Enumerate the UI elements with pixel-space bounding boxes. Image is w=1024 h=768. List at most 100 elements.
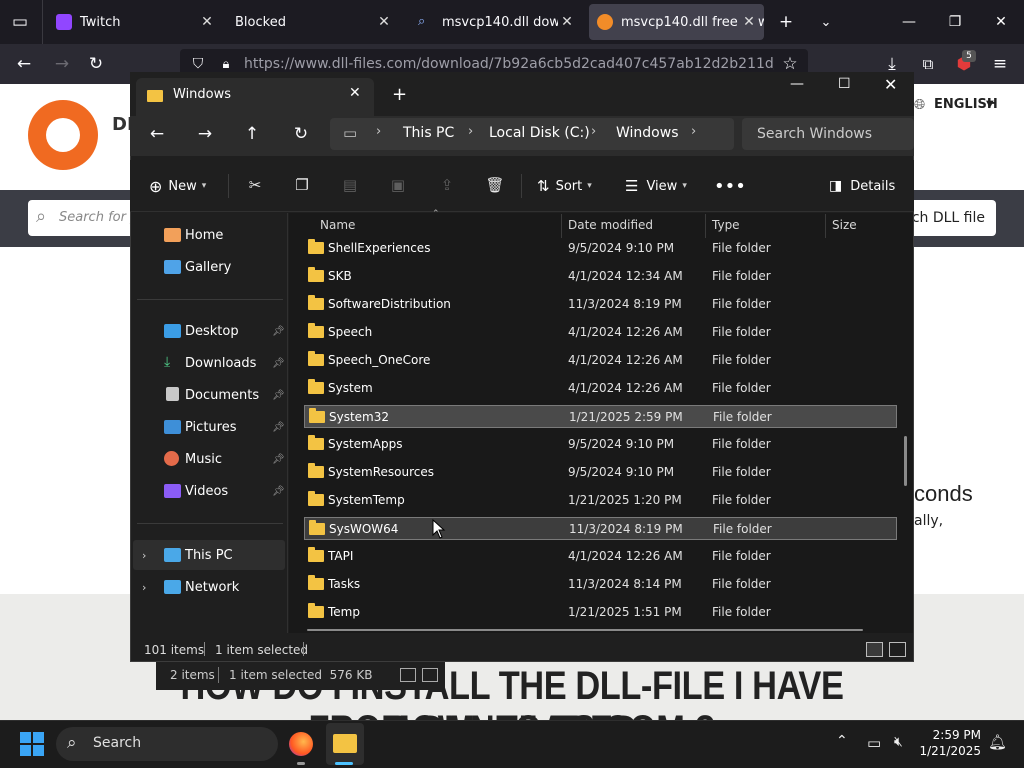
chevron-right-icon[interactable]: › — [376, 124, 381, 139]
breadcrumb-windows[interactable]: Windows — [616, 125, 679, 141]
file-row[interactable]: SoftwareDistribution 11/3/2024 8:19 PM Fil… — [304, 293, 897, 316]
chevron-right-icon[interactable]: › — [142, 581, 146, 594]
extensions-icon[interactable]: ⧉ — [916, 52, 940, 76]
share-icon[interactable]: ⇪ — [436, 174, 458, 196]
tiles-view-icon[interactable] — [889, 642, 906, 657]
chevron-right-icon[interactable]: › — [591, 124, 596, 139]
start-button[interactable] — [20, 732, 44, 756]
vertical-scrollbar-thumb[interactable] — [904, 436, 907, 486]
nav-network[interactable]: › Network — [133, 572, 285, 602]
view-button[interactable]: ☰ View ▾ — [625, 176, 687, 196]
file-row[interactable]: Speech 4/1/2024 12:26 AM File folder — [304, 321, 897, 344]
delete-icon[interactable]: 🗑︎ — [484, 174, 506, 196]
explorer-tab[interactable]: Windows ✕ — [136, 78, 374, 116]
column-header-size[interactable]: Size — [832, 218, 857, 234]
file-row[interactable]: System32 1/21/2025 2:59 PM File folder — [304, 405, 897, 428]
back-arrow-icon[interactable]: ← — [145, 122, 169, 146]
network-icon[interactable]: ▭ — [867, 734, 881, 752]
nav-desktop[interactable]: Desktop 📌︎ — [133, 316, 285, 346]
column-header-type[interactable]: Type — [712, 218, 740, 234]
file-row[interactable]: Temp 1/21/2025 1:51 PM File folder — [304, 601, 897, 624]
file-row[interactable]: Speech_OneCore 4/1/2024 12:26 AM File fold… — [304, 349, 897, 372]
pin-icon[interactable]: 📌︎ — [272, 454, 285, 465]
forward-arrow-icon[interactable]: → — [50, 52, 74, 76]
close-icon[interactable]: ✕ — [349, 85, 361, 101]
close-icon[interactable]: ✕ — [375, 13, 393, 31]
file-row[interactable]: System 4/1/2024 12:26 AM File folder — [304, 377, 897, 400]
nav-music[interactable]: Music 📌︎ — [133, 444, 285, 474]
search-dll-button[interactable]: rch DLL file — [900, 200, 996, 236]
browser-tab-twitch[interactable]: Twitch ✕ — [56, 0, 216, 44]
file-row[interactable]: SKB 4/1/2024 12:34 AM File folder — [304, 265, 897, 288]
browser-tab-blocked[interactable]: Blocked ✕ — [235, 0, 393, 44]
menu-icon[interactable]: ≡ — [988, 52, 1012, 76]
explorer-search-input[interactable]: Search Windows — [742, 118, 914, 150]
pin-icon[interactable]: 📌︎ — [272, 390, 285, 401]
details-button[interactable]: ◨ Details — [829, 176, 895, 196]
horizontal-scrollbar-thumb[interactable] — [307, 629, 863, 631]
chevron-right-icon[interactable]: › — [691, 124, 696, 139]
close-window-icon[interactable]: ✕ — [884, 75, 897, 94]
pin-icon[interactable]: 📌︎ — [272, 358, 285, 369]
minimize-icon[interactable]: — — [886, 0, 932, 44]
column-header-name[interactable]: Name — [320, 218, 355, 234]
tiles-view-icon[interactable] — [422, 668, 438, 682]
chevron-right-icon[interactable]: › — [142, 549, 146, 562]
close-icon[interactable]: ✕ — [740, 13, 758, 31]
close-window-icon[interactable]: ✕ — [978, 0, 1024, 44]
sort-button[interactable]: ⇅ Sort ▾ — [537, 176, 592, 196]
rename-icon[interactable]: ▣ — [387, 174, 409, 196]
maximize-icon[interactable]: ☐ — [838, 76, 851, 92]
file-row[interactable]: SystemTemp 1/21/2025 1:20 PM File folder — [304, 489, 897, 512]
chevron-up-icon[interactable]: ⌃ — [836, 733, 848, 749]
file-row[interactable]: SysWOW64 11/3/2024 8:19 PM File folder — [304, 517, 897, 540]
restore-icon[interactable]: ❐ — [932, 0, 978, 44]
chevron-down-icon[interactable]: ⌄ — [814, 10, 838, 34]
taskbar-search[interactable]: ⌕ Search — [56, 727, 278, 761]
file-row[interactable]: ShellExperiences 9/5/2024 9:10 PM File fol… — [304, 237, 897, 260]
paste-icon[interactable]: ▤ — [339, 174, 361, 196]
more-options-icon[interactable]: ••• — [714, 176, 746, 197]
nav-this-pc[interactable]: › This PC — [133, 540, 285, 570]
up-arrow-icon[interactable]: ↑ — [240, 122, 264, 146]
browser-tab-msvcp-free[interactable]: msvcp140.dll free dow ✕ — [589, 4, 764, 40]
tab-list-icon[interactable]: ▭ — [8, 10, 32, 34]
back-arrow-icon[interactable]: ← — [12, 52, 36, 76]
chevron-right-icon[interactable]: › — [468, 124, 473, 139]
copy-icon[interactable]: ❐ — [291, 174, 313, 196]
refresh-icon[interactable]: ↻ — [289, 122, 313, 146]
column-divider[interactable] — [705, 214, 706, 238]
nav-videos[interactable]: Videos 📌︎ — [133, 476, 285, 506]
column-header-date[interactable]: Date modified — [568, 218, 653, 234]
file-row[interactable]: SystemApps 9/5/2024 9:10 PM File folder — [304, 433, 897, 456]
close-icon[interactable]: ✕ — [198, 13, 216, 31]
details-view-icon[interactable] — [400, 668, 416, 682]
browser-tab-msvcp-download[interactable]: ⌕ msvcp140.dll downloa ✕ — [418, 0, 576, 44]
column-divider[interactable] — [825, 214, 826, 238]
file-row[interactable]: TAPI 4/1/2024 12:26 AM File folder — [304, 545, 897, 568]
column-divider[interactable] — [561, 214, 562, 238]
new-tab-icon[interactable]: + — [392, 84, 407, 105]
pin-icon[interactable]: 📌︎ — [272, 422, 285, 433]
url-text[interactable]: https://www.dll-files.com/download/7b92a… — [244, 56, 774, 72]
breadcrumb-this-pc[interactable]: This PC — [403, 125, 454, 141]
nav-home[interactable]: Home — [133, 220, 285, 250]
clock-time[interactable]: 2:59 PM — [926, 728, 981, 742]
volume-muted-icon[interactable]: 🔇︎ — [894, 734, 903, 750]
notification-bell-icon[interactable]: 🔔︎ — [988, 733, 1007, 751]
web-search-input[interactable]: ⌕ Search for y — [28, 200, 140, 236]
forward-arrow-icon[interactable]: → — [193, 122, 217, 146]
pin-icon[interactable]: 📌︎ — [272, 326, 285, 337]
minimize-icon[interactable]: — — [790, 76, 804, 92]
details-view-icon[interactable] — [866, 642, 883, 657]
nav-pictures[interactable]: Pictures 📌︎ — [133, 412, 285, 442]
new-button[interactable]: ⊕ New ▾ — [149, 176, 206, 196]
cut-icon[interactable]: ✂ — [244, 174, 266, 196]
breadcrumb[interactable]: ▭ › This PC › Local Disk (C:) › Windows … — [330, 118, 734, 150]
file-row[interactable]: Tasks 11/3/2024 8:14 PM File folder — [304, 573, 897, 596]
clock-date[interactable]: 1/21/2025 — [916, 744, 981, 758]
breadcrumb-local-disk[interactable]: Local Disk (C:) — [489, 125, 590, 141]
close-icon[interactable]: ✕ — [558, 13, 576, 31]
new-tab-icon[interactable]: + — [774, 10, 798, 34]
file-row[interactable]: SystemResources 9/5/2024 9:10 PM File fold… — [304, 461, 897, 484]
